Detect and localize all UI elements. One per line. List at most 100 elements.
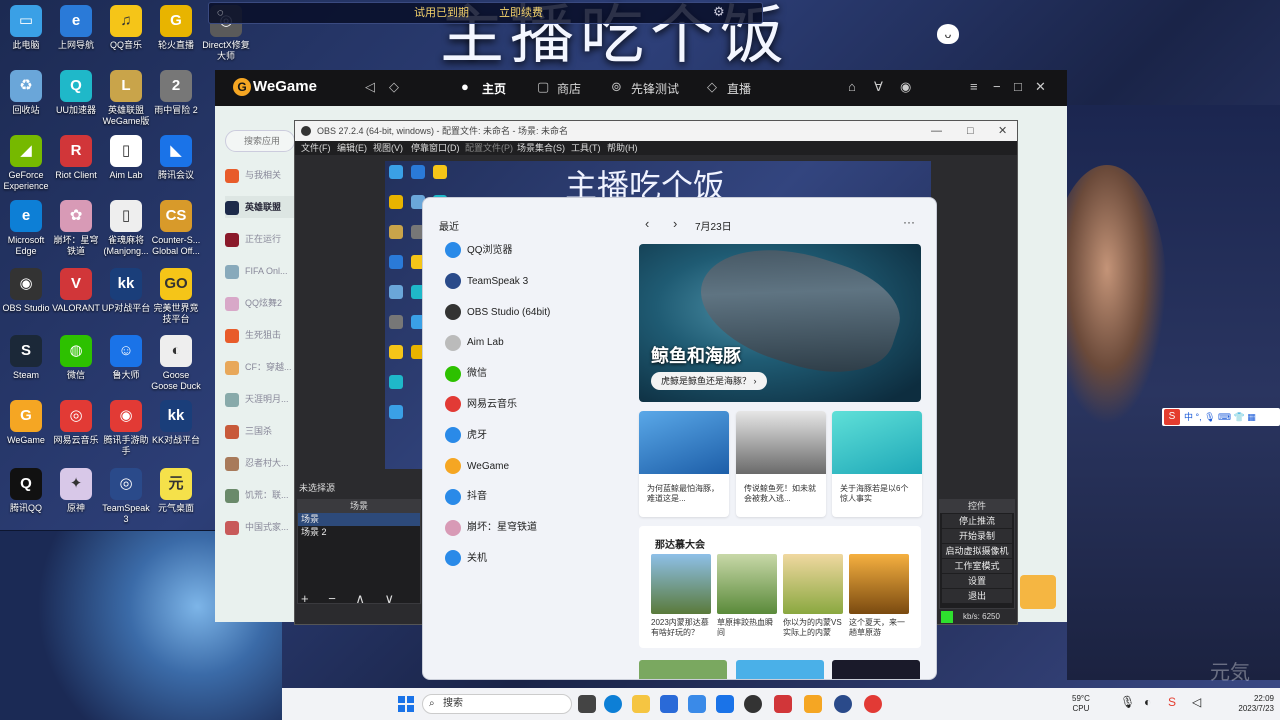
wegame-side-item[interactable]: 与我相关 [225,164,295,186]
obs-menu-item[interactable]: 文件(F) [301,141,331,155]
windows-start-icon[interactable] [398,696,414,712]
desktop-icon[interactable]: ◎ 网易云音乐 [50,400,102,446]
desktop-icon[interactable]: ◣ 腾讯会议 [150,135,202,181]
desktop-icon[interactable]: kk UP对战平台 [100,268,152,314]
scene-buttons[interactable]: + − ∧ ∨ [297,591,421,607]
desktop-icon[interactable]: CS Counter-S... Global Off... [150,200,202,257]
hero-question-pill[interactable]: 虎鲸是鲸鱼还是海豚？ › [651,372,767,390]
teamspeak-taskbar-icon[interactable] [834,695,852,713]
desktop-icon[interactable]: e Microsoft Edge [0,200,52,257]
rank-icon[interactable]: ∀ [874,79,883,95]
sogou-tray-icon[interactable]: S [1168,696,1176,708]
recent-item[interactable]: 网易云音乐 [445,394,517,416]
thumb-image[interactable] [783,554,843,614]
next-day-icon[interactable]: › [673,216,677,231]
nav-home[interactable]: 主页 [482,80,506,97]
recent-item[interactable]: 关机 [445,548,487,570]
desktop-icon[interactable]: ✦ 原神 [50,468,102,514]
desktop-icon[interactable]: ♫ QQ音乐 [100,5,152,51]
desktop-icon[interactable]: ▭ 此电脑 [0,5,52,51]
recent-item[interactable]: 抖音 [445,486,487,508]
avatar[interactable]: ◉ [900,79,911,95]
nav-test[interactable]: 先锋测试 [631,80,679,97]
wegame-taskbar-icon[interactable] [804,695,822,713]
recent-item[interactable]: 崩坏：星穹铁道 [445,517,537,539]
hero-card[interactable]: 鲸鱼和海豚 虎鲸是鲸鱼还是海豚？ › [639,244,921,402]
desktop-icon[interactable]: 元元气桌面 [150,468,202,514]
news-card[interactable]: 为何蓝鲸最怕海豚，难道这是... [639,411,729,517]
taskbar-search-input[interactable]: ⌕ 搜索 [422,694,572,714]
close-icon[interactable]: ✕ [1035,79,1046,95]
desktop-icon[interactable]: ◉ 腾讯手游助手 [100,400,152,457]
recent-item[interactable]: QQ浏览器 [445,240,513,262]
desktop-icon[interactable]: ▯ Aim Lab [100,135,152,181]
wegame-side-item[interactable]: 正在运行 [225,228,295,250]
refresh-icon[interactable]: ◇ [389,79,399,95]
mic-icon[interactable]: 🎙 [1120,696,1135,708]
edge-taskbar-icon[interactable] [604,695,622,713]
desktop-icon[interactable]: ◐ Goose Goose Duck [150,335,202,392]
wegame-side-item[interactable]: 饥荒：联... [225,484,295,506]
desktop-icon[interactable]: ✿ 崩坏：星穹铁道 [50,200,102,257]
wegame-side-item[interactable]: QQ炫舞2 [225,292,295,314]
ime-toolbar[interactable]: S 中 °, 🎙 ⌨ 👕 ▦ [1162,408,1280,426]
recent-item[interactable]: WeGame [445,456,509,478]
back-icon[interactable]: ◁ [365,79,375,95]
wegame-side-item[interactable]: 生死狙击 [225,324,295,346]
menu-icon[interactable]: ≡ [970,79,978,94]
clock[interactable]: 22:09 2023/7/23 [1202,694,1274,714]
thumb-image[interactable] [849,554,909,614]
exit-button[interactable]: 退出 [942,589,1012,603]
wegame-side-item[interactable]: 天涯明月... [225,388,295,410]
obs-maximize-icon[interactable]: □ [967,121,974,141]
desktop-icon[interactable]: kk KK对战平台 [150,400,202,446]
minimize-icon[interactable]: − [993,79,1001,94]
scene-item[interactable]: 场景 2 [298,526,420,539]
stop-stream-button[interactable]: 停止推流 [942,514,1012,528]
thumb-image[interactable] [717,554,777,614]
desktop-icon[interactable]: G WeGame [0,400,52,446]
news-card[interactable]: 关于海豚若是以6个惊人事实 [832,411,922,517]
desktop-icon[interactable]: S Steam [0,335,52,381]
teams-taskbar-icon[interactable] [688,695,706,713]
desktop-icon[interactable]: 2 雨中冒险 2 [150,70,202,116]
desktop-icon[interactable]: Q UU加速器 [50,70,102,116]
desktop-icon[interactable]: ▯ 雀魂麻将(Manjong... [100,200,152,257]
more-icon[interactable]: ··· [903,215,915,229]
wegame-side-item[interactable]: 英雄联盟 [225,196,295,218]
desktop-icon[interactable]: V VALORANT [50,268,102,314]
settings-gear-icon[interactable]: ⚙ [713,4,729,20]
obs-menu-item[interactable]: 工具(T) [571,141,601,155]
obs-taskbar-icon[interactable] [744,695,762,713]
nav-live[interactable]: 直播 [727,80,751,97]
thumb-image[interactable] [651,554,711,614]
obs-menu-item[interactable]: 帮助(H) [607,141,638,155]
renew-link[interactable]: 立即续费 [499,3,543,23]
wegame-side-item[interactable]: 忍者村大... [225,452,295,474]
obs-menu-item[interactable]: 配置文件(P) [465,141,513,155]
studio-mode-button[interactable]: 工作室模式 [942,559,1012,573]
recent-item[interactable]: 虎牙 [445,425,487,447]
netease-taskbar-icon[interactable] [864,695,882,713]
explorer-taskbar-icon[interactable] [632,695,650,713]
desktop-icon[interactable]: ♻ 回收站 [0,70,52,116]
valorant-taskbar-icon[interactable] [774,695,792,713]
obs-menu-item[interactable]: 停靠窗口(D) [411,141,460,155]
desktop-icon[interactable]: ☺ 鲁大师 [100,335,152,381]
virtual-camera-button[interactable]: 启动虚拟摄像机 [942,544,1012,558]
recent-item[interactable]: Aim Lab [445,332,504,354]
desktop-icon[interactable]: ◎ TeamSpeak 3 [100,468,152,525]
obs-minimize-icon[interactable]: — [931,121,942,141]
recent-item[interactable]: OBS Studio (64bit) [445,302,550,324]
nav-store[interactable]: 商店 [557,80,581,97]
wegame-side-item[interactable]: FIFA Onl... [225,260,295,282]
volume-icon[interactable]: ◁ [1192,696,1201,708]
recent-item[interactable]: 微信 [445,363,487,385]
store-taskbar-icon[interactable] [660,695,678,713]
wegame-side-item[interactable]: CF：穿越... [225,356,295,378]
wegame-search-input[interactable]: 搜索应用 [225,130,295,152]
desktop-icon[interactable]: G 轮火直播 [150,5,202,51]
recent-item[interactable]: TeamSpeak 3 [445,271,528,293]
wegame-floating-button[interactable] [1020,575,1056,609]
desktop-icon[interactable]: L 英雄联盟WeGame版 [100,70,152,127]
